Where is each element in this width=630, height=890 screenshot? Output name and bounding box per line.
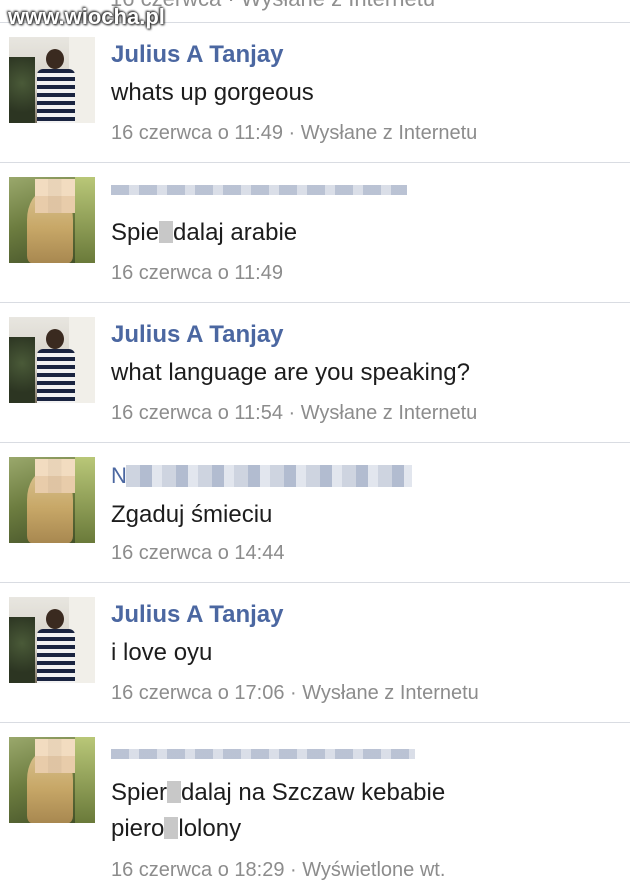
message-source: · Wysłane z Internetu xyxy=(290,682,479,704)
message-source: · Wyświetlone wt. xyxy=(290,859,446,881)
message-meta: 16 czerwca o 11:49 xyxy=(111,262,283,285)
message-meta: 16 czerwca o 18:29 · Wyświetlone wt. xyxy=(111,859,445,882)
message-text: Zgaduj śmieciu xyxy=(111,501,273,528)
message-text: Spier dalaj na Szczaw kebabie xyxy=(111,779,446,806)
message-meta: 16 czerwca o 17:06 · Wysłane z Internetu xyxy=(111,682,479,705)
message-meta: 16 czerwca o 14:44 xyxy=(111,542,284,565)
message-meta: 16 czerwca o 11:54 · Wysłane z Internetu xyxy=(111,402,477,425)
avatar[interactable] xyxy=(9,597,95,683)
avatar[interactable] xyxy=(9,737,95,823)
censor-block xyxy=(167,781,182,803)
message-source: · Wysłane z Internetu xyxy=(288,402,478,424)
message-thread: 16 czerwca · Wysłane z Internetu www.wio… xyxy=(0,0,630,889)
message-date: 16 czerwca o 18:29 xyxy=(111,859,285,881)
sender-name[interactable]: Julius A Tanjay xyxy=(111,601,284,629)
avatar[interactable] xyxy=(9,317,95,403)
message-date: 16 czerwca o 14:44 xyxy=(111,542,285,564)
sender-name-redacted[interactable] xyxy=(111,749,415,759)
message-item: Julius A Tanjay what language are you sp… xyxy=(0,302,630,443)
message-meta: 16 czerwca o 11:49 · Wysłane z Internetu xyxy=(111,122,477,145)
message-item: Julius A Tanjay i love oyu 16 czerwca o … xyxy=(0,582,630,723)
censor-block xyxy=(159,221,174,243)
censor-block xyxy=(164,817,179,839)
message-item: Spie dalaj arabie 16 czerwca o 11:49 xyxy=(0,162,630,303)
message-text: whats up gorgeous xyxy=(111,79,314,106)
sender-name[interactable]: Julius A Tanjay xyxy=(111,321,284,349)
message-text: what language are you speaking? xyxy=(111,359,470,386)
sender-name-redacted[interactable] xyxy=(111,185,407,195)
message-source: · Wysłane z Internetu xyxy=(288,122,478,144)
avatar[interactable] xyxy=(9,457,95,543)
avatar[interactable] xyxy=(9,37,95,123)
sender-name[interactable]: Julius A Tanjay xyxy=(111,41,284,69)
message-item: Spier dalaj na Szczaw kebabie piero lolony… xyxy=(0,722,630,890)
sender-name[interactable]: N xyxy=(111,463,127,489)
message-date: 16 czerwca o 17:06 xyxy=(111,682,285,704)
message-date: 16 czerwca o 11:54 xyxy=(111,402,283,424)
sender-name-redacted[interactable] xyxy=(126,465,412,487)
message-date: 16 czerwca o 11:49 xyxy=(111,262,283,284)
watermark: www.wiocha.pl xyxy=(8,4,165,29)
message-text: Spie dalaj arabie xyxy=(111,219,298,246)
message-item: N Zgaduj śmieciu 16 czerwca o 14:44 xyxy=(0,442,630,583)
message-text: i love oyu xyxy=(111,639,213,666)
avatar[interactable] xyxy=(9,177,95,263)
message-item: Julius A Tanjay whats up gorgeous 16 cze… xyxy=(0,22,630,163)
message-date: 16 czerwca o 11:49 xyxy=(111,122,283,144)
message-text-line2: piero lolony xyxy=(111,815,242,842)
